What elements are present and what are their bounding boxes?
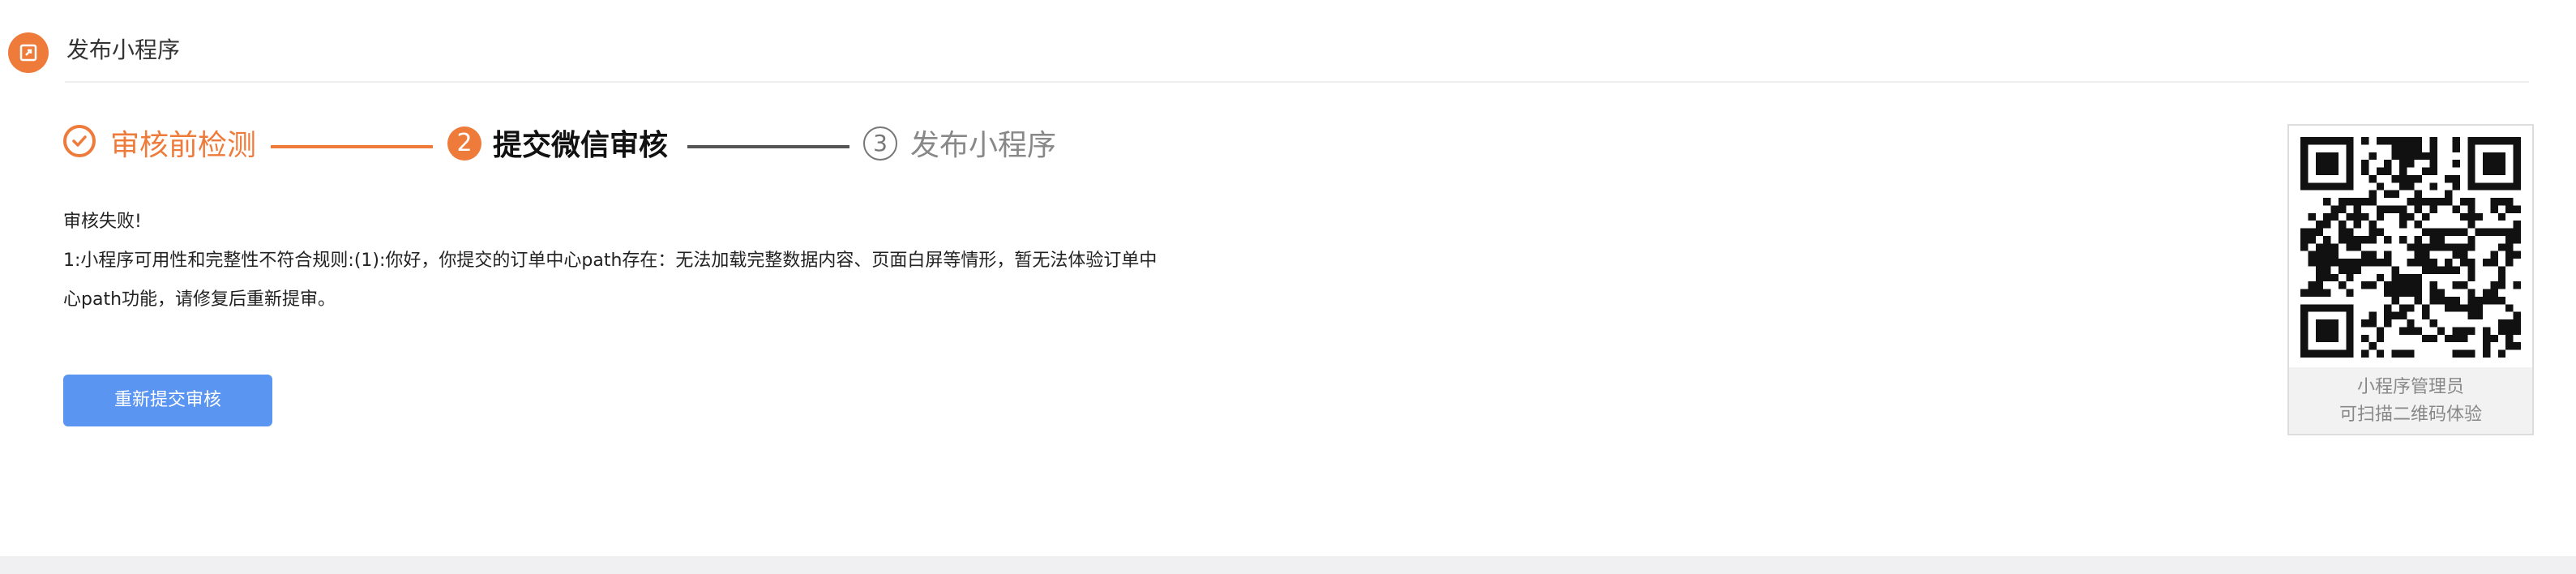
review-result: 审核失败! 1:小程序可用性和完整性不符合规则:(1):你好，你提交的订单中心p… — [63, 203, 1263, 319]
publish-icon — [8, 32, 49, 73]
result-title: 审核失败! — [63, 212, 142, 232]
progress-steps: 审核前检测 2 提交微信审核 3 发布小程序 — [63, 120, 1117, 172]
result-message-line-1: 1:小程序可用性和完整性不符合规则:(1):你好，你提交的订单中心path存在：… — [63, 251, 1157, 271]
step-3-number: 3 — [863, 126, 897, 161]
qr-panel: 小程序管理员 可扫描二维码体验 — [2287, 124, 2534, 435]
qr-caption-line-2: 可扫描二维码体验 — [2339, 405, 2482, 425]
check-icon — [63, 125, 96, 157]
header-divider — [65, 81, 2529, 83]
step-1-label: 审核前检测 — [110, 129, 257, 162]
qr-caption-line-1: 小程序管理员 — [2356, 377, 2464, 397]
page-header: 发布小程序 — [0, 0, 2529, 83]
step-2-label: 提交微信审核 — [493, 129, 669, 162]
step-3-label: 发布小程序 — [910, 129, 1057, 162]
result-message-line-2: 心path功能，请修复后重新提审。 — [63, 289, 336, 310]
step-connector-1 — [271, 145, 433, 148]
step-connector-2 — [687, 145, 849, 148]
page-title: 发布小程序 — [66, 36, 181, 63]
resubmit-button[interactable]: 重新提交审核 — [63, 375, 272, 426]
qr-code — [2300, 137, 2521, 358]
qr-caption: 小程序管理员 可扫描二维码体验 — [2289, 367, 2532, 434]
footer-band — [0, 556, 2576, 574]
step-2-number: 2 — [447, 126, 481, 161]
